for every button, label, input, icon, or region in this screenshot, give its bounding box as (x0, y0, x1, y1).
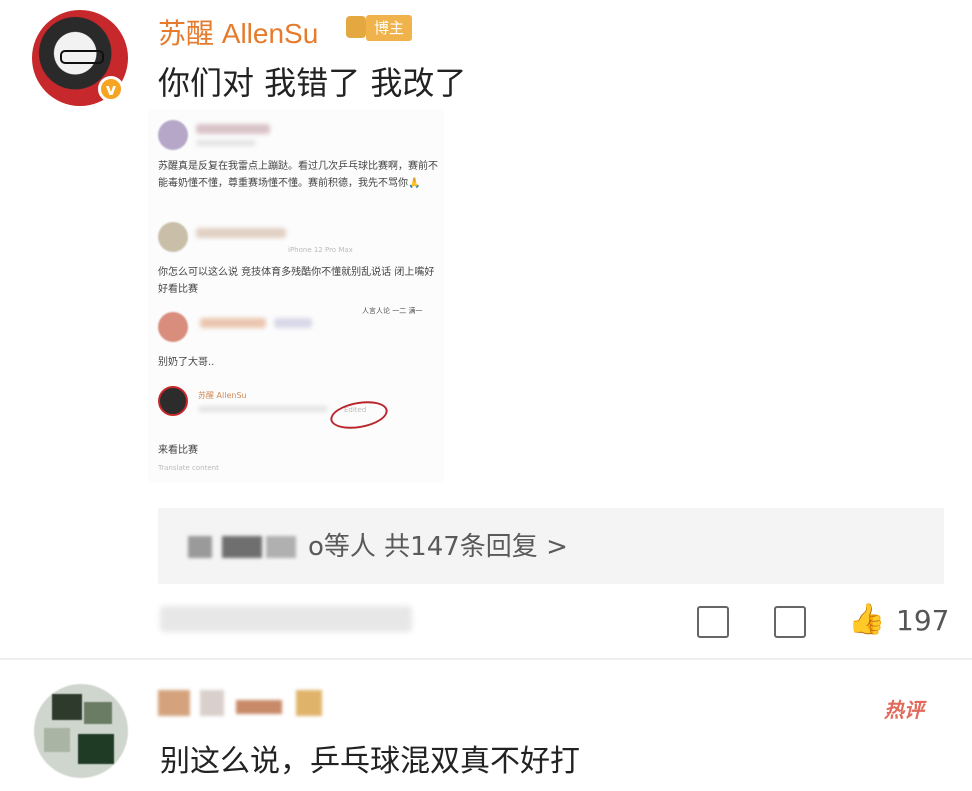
embedded-author-avatar (158, 386, 188, 416)
avatar-pixel-block (44, 728, 70, 752)
creator-level-icon (346, 16, 366, 38)
embedded-username-blur-3b (274, 318, 312, 328)
embedded-avatar-3 (158, 312, 188, 342)
divider (0, 658, 972, 660)
reply-names-blur-2 (222, 536, 262, 558)
replies-count-link[interactable]: o等人 共147条回复 > (308, 526, 568, 563)
commenter-badge-blur (296, 690, 322, 716)
avatar-pixel-block (52, 694, 82, 720)
comment-date-blur (160, 606, 412, 632)
embedded-comment-3: 别奶了大哥.. (158, 357, 215, 368)
embedded-screenshot-image[interactable]: 苏醒真是反复在我雷点上蹦跶。看过几次乒乓球比赛啊，赛前不能毒奶懂不懂，尊重赛场懂… (148, 110, 444, 482)
verified-badge-icon: v (98, 76, 124, 102)
embedded-comment-2: 你怎么可以这么说 竞技体育多残酷你不懂就别乱说话 闭上嘴好好看比赛 (158, 267, 435, 295)
hot-comment-badge: 热评 (884, 698, 924, 722)
reply-comment-text: 别这么说，乒乓球混双真不好打 (160, 744, 580, 779)
commenter-name-blur-1 (158, 690, 190, 716)
like-count: 197 (896, 604, 950, 637)
avatar-pixel-block (78, 734, 114, 764)
embedded-author-name: 苏醒 AllenSu (198, 391, 247, 400)
replies-summary[interactable]: o等人 共147条回复 > (158, 508, 944, 584)
reply-names-blur-1 (188, 536, 212, 558)
thumbs-up-icon[interactable]: 👍 (848, 604, 885, 636)
embedded-username-blur-3 (200, 318, 266, 328)
embedded-username-blur-2 (196, 228, 286, 238)
embedded-username-blur-1 (196, 124, 270, 134)
creator-badge: 博主 (366, 15, 413, 41)
avatar-glasses-detail (60, 50, 104, 64)
share-icon[interactable] (697, 606, 729, 638)
author-username[interactable]: 苏醒 AllenSu (158, 12, 318, 52)
embedded-author-meta-blur (198, 406, 328, 412)
embedded-translate-link: Translate content (158, 464, 219, 472)
reply-names-blur-3 (266, 536, 296, 558)
embedded-avatar-2 (158, 222, 188, 252)
embedded-avatar-1 (158, 120, 188, 150)
embedded-meta-blur-1 (196, 140, 256, 146)
commenter-name-blur-2 (200, 690, 224, 716)
embedded-comment-1: 苏醒真是反复在我雷点上蹦跶。看过几次乒乓球比赛啊，赛前不能毒奶懂不懂，尊重赛场懂… (158, 161, 438, 189)
edited-circle-annotation (328, 397, 390, 433)
embedded-meta-2: iPhone 12 Pro Max (288, 246, 353, 254)
comment-icon[interactable] (774, 606, 806, 638)
embedded-author-reply: 来看比赛 (158, 445, 198, 456)
commenter-name-blur-3 (236, 700, 282, 714)
commenter-avatar[interactable] (34, 684, 128, 778)
avatar-pixel-block (84, 702, 112, 724)
comment-text: 你们对 我错了 我改了 (158, 64, 467, 102)
embedded-sticker: 人言人论 一二 满一 (362, 307, 423, 315)
